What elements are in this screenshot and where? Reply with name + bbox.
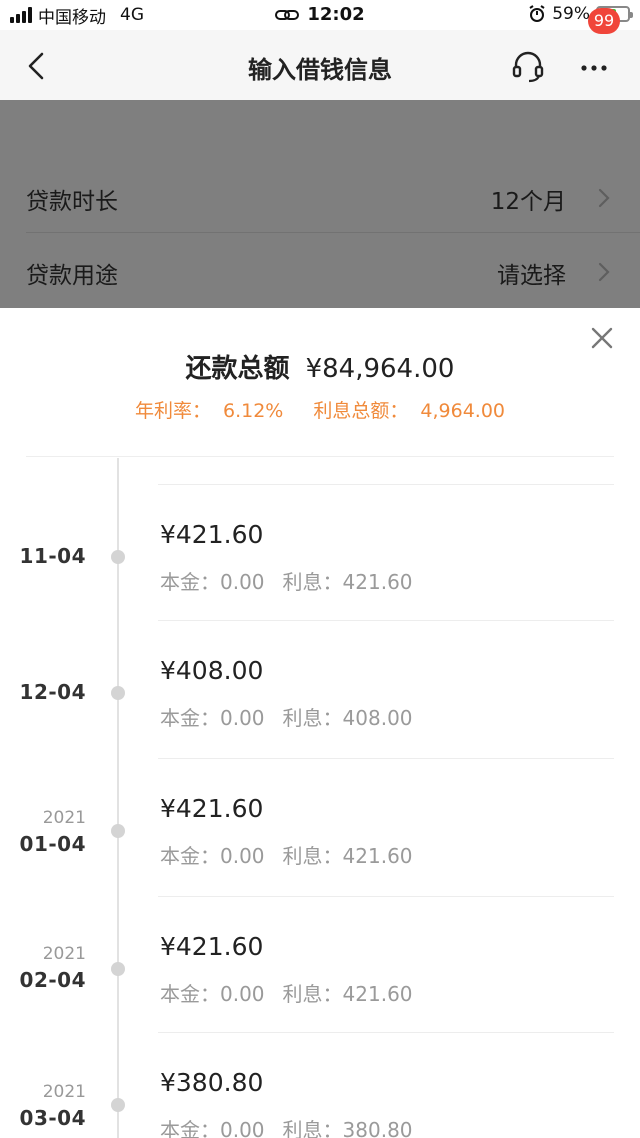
schedule-item: 12-04 ¥408.00 本金：0.00 利息：408.00	[0, 620, 640, 757]
clock-label: 12:02	[307, 4, 365, 25]
rate-value: 6.12%	[222, 400, 284, 422]
more-icon[interactable]	[576, 50, 620, 86]
nav-bar: 输入借钱信息	[0, 30, 640, 100]
interest-value: 421.60	[342, 982, 413, 1006]
loan-purpose-row[interactable]: 贷款用途 请选择	[0, 234, 640, 308]
principal-value: 0.00	[220, 844, 265, 868]
rate-summary: 年利率： 6.12% 利息总额： 4,964.00	[0, 396, 640, 423]
schedule-amount: ¥421.60	[160, 932, 264, 961]
schedule-item: 2021 02-04 ¥421.60 本金：0.00 利息：421.60	[0, 896, 640, 1033]
principal-label: 本金：	[160, 1118, 220, 1138]
loan-purpose-label: 贷款用途	[26, 263, 118, 289]
loan-duration-value: 12个月	[490, 189, 566, 215]
schedule-date: 03-04	[19, 1106, 86, 1130]
schedule-item: 2021 03-04 ¥380.80 本金：0.00 利息：380.80	[0, 1032, 640, 1138]
schedule-detail: 本金：0.00 利息：380.80	[160, 1114, 413, 1138]
notification-badge: 99	[588, 8, 620, 34]
principal-label: 本金：	[160, 982, 220, 1006]
interest-value: 408.00	[342, 706, 413, 730]
repayment-total-value: ¥84,964.00	[305, 354, 455, 384]
dimmed-form: 贷款时长 12个月 贷款用途 请选择	[0, 100, 640, 308]
schedule-date: 02-04	[19, 968, 86, 992]
alarm-icon	[529, 5, 545, 22]
status-bar: 中国移动 4G 12:02 59%	[0, 0, 640, 30]
schedule-detail: 本金：0.00 利息：408.00	[160, 702, 413, 731]
schedule-detail: 本金：0.00 利息：421.60	[160, 566, 413, 595]
schedule-amount: ¥421.60	[160, 794, 264, 823]
chevron-right-icon	[598, 262, 610, 282]
principal-value: 0.00	[220, 982, 265, 1006]
interest-total-value: 4,964.00	[420, 400, 506, 422]
principal-value: 0.00	[220, 706, 265, 730]
sheet-divider	[26, 456, 614, 457]
interest-label: 利息：	[282, 706, 343, 730]
schedule-year: 2021	[42, 1082, 86, 1102]
principal-value: 0.00	[220, 570, 265, 594]
schedule-item: 2021 01-04 ¥421.60 本金：0.00 利息：421.60	[0, 758, 640, 895]
interest-value: 421.60	[342, 570, 413, 594]
schedule-date: 12-04	[19, 680, 86, 704]
schedule-amount: ¥421.60	[160, 520, 264, 549]
interest-total-label: 利息总额：	[313, 400, 409, 422]
schedule-amount: ¥408.00	[160, 656, 264, 685]
interest-label: 利息：	[282, 844, 343, 868]
headset-icon[interactable]	[510, 48, 546, 84]
loan-duration-row[interactable]: 贷款时长 12个月	[0, 160, 640, 234]
schedule-detail: 本金：0.00 利息：421.60	[160, 978, 413, 1007]
loan-purpose-value: 请选择	[497, 263, 566, 289]
interest-label: 利息：	[282, 570, 343, 594]
repayment-total-label: 还款总额	[185, 354, 290, 384]
timeline-dot	[111, 1098, 125, 1112]
rate-label: 年利率：	[134, 400, 211, 422]
principal-value: 0.00	[220, 1118, 265, 1138]
schedule-date: 11-04	[19, 544, 86, 568]
timeline-dot	[111, 550, 125, 564]
battery-percent: 59%	[552, 4, 590, 24]
repayment-total: 还款总额 ¥84,964.00	[0, 348, 640, 385]
schedule-amount: ¥380.80	[160, 1068, 264, 1097]
interest-label: 利息：	[282, 982, 343, 1006]
interest-label: 利息：	[282, 1118, 343, 1138]
schedule-year: 2021	[42, 808, 86, 828]
principal-label: 本金：	[160, 570, 220, 594]
timeline-dot	[111, 962, 125, 976]
loan-duration-label: 贷款时长	[26, 189, 118, 215]
chevron-right-icon	[598, 188, 610, 208]
interest-value: 380.80	[342, 1118, 413, 1138]
timeline-dot	[111, 824, 125, 838]
principal-label: 本金：	[160, 706, 220, 730]
schedule-item: 11-04 ¥421.60 本金：0.00 利息：421.60	[0, 484, 640, 621]
interest-value: 421.60	[342, 844, 413, 868]
schedule-detail: 本金：0.00 利息：421.60	[160, 840, 413, 869]
schedule-date: 01-04	[19, 832, 86, 856]
row-divider	[26, 232, 640, 233]
repayment-sheet: 还款总额 ¥84,964.00 年利率： 6.12% 利息总额： 4,964.00 1…	[0, 308, 640, 1138]
timeline-dot	[111, 686, 125, 700]
schedule-year: 2021	[42, 944, 86, 964]
link-icon	[275, 9, 300, 20]
principal-label: 本金：	[160, 844, 220, 868]
